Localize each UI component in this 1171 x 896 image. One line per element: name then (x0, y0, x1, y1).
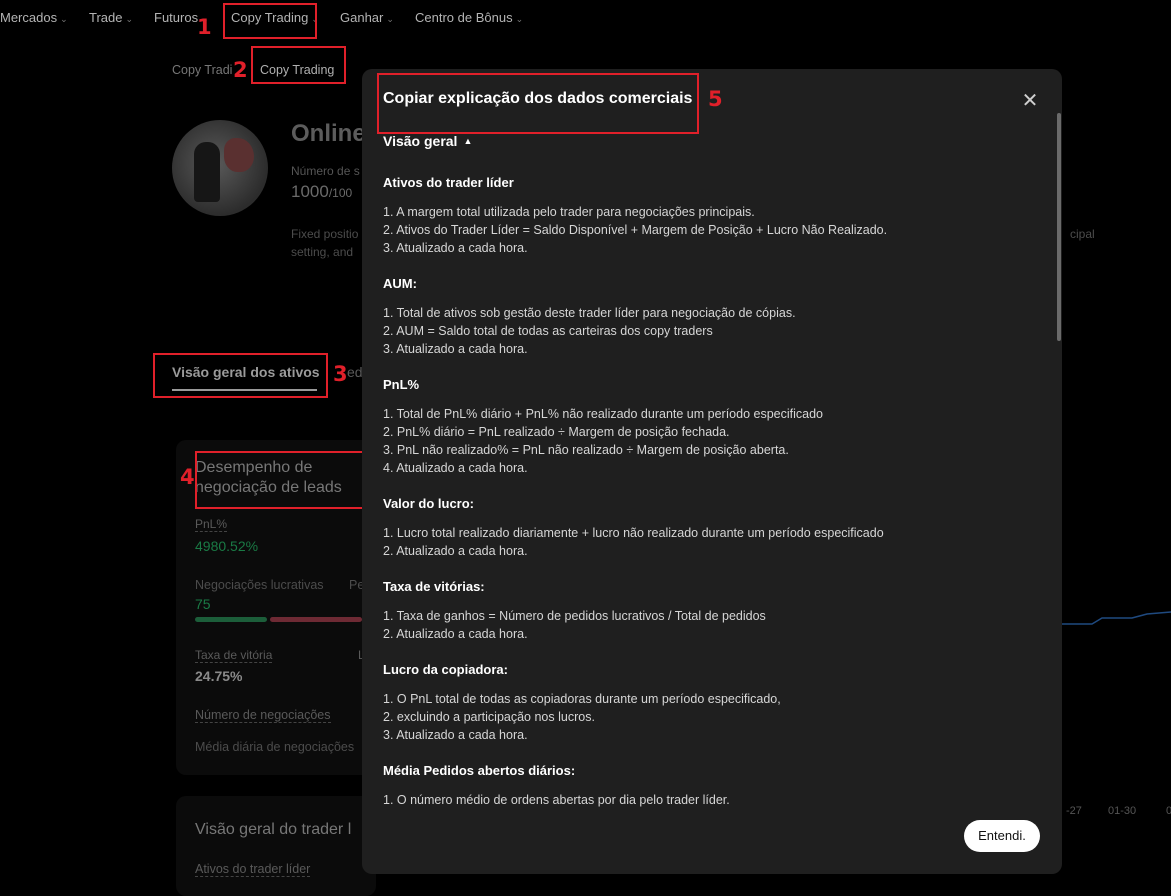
close-icon[interactable]: ✕ (1021, 91, 1039, 111)
winrate-label: Taxa de vitória (195, 648, 273, 663)
chart-line (1062, 611, 1171, 625)
chart-tick: -27 (1066, 805, 1082, 817)
explanation-block: Média Pedidos abertos diários: 1. O númer… (383, 763, 1043, 809)
winrate-value: 24.75% (195, 668, 243, 684)
nav-label: Futuros (154, 10, 199, 25)
chevron-down-icon: ⌄ (515, 14, 524, 24)
annotation-box-3 (153, 353, 328, 398)
annotation-number-1: 1 (197, 15, 212, 39)
explanation-line: 1. A margem total utilizada pelo trader … (383, 205, 755, 219)
explanation-line: 1. Lucro total realizado diariamente + l… (383, 526, 884, 540)
nav-label: Ganhar (340, 10, 384, 25)
explanation-block: Valor do lucro: 1. Lucro total realizado … (383, 496, 1043, 560)
trader-name: Online (291, 120, 366, 147)
annotation-number-3: 3 (333, 362, 348, 386)
trader-overview-card (176, 796, 376, 896)
annotation-box-5 (377, 73, 699, 134)
annotation-box-1 (223, 3, 317, 39)
annotation-box-4 (195, 451, 375, 509)
nav-label: Mercados (0, 10, 58, 25)
nav-label: Trade (89, 10, 123, 25)
overview-section-toggle[interactable]: Visão geral ▲ (383, 133, 1043, 151)
avg-daily-trades-label: Média diária de negociações (195, 740, 355, 754)
explanation-line: 3. Atualizado a cada hora. (383, 342, 528, 356)
pnl-value: 4980.52% (195, 538, 259, 554)
copiers-count: 1000/100 (291, 182, 352, 202)
explanation-line: 1. O PnL total de todas as copiadoras du… (383, 692, 781, 706)
explanation-block-title: PnL% (383, 377, 420, 392)
chevron-down-icon: ⌄ (60, 14, 68, 24)
chevron-down-icon: ⌄ (125, 14, 134, 24)
explanation-block-title: Média Pedidos abertos diários: (383, 763, 576, 778)
trader-overview-title: Visão geral do trader l (195, 821, 352, 838)
explanation-block-title: AUM: (383, 276, 417, 291)
explanation-block: Lucro da copiadora: 1. O PnL total de tod… (383, 662, 1043, 744)
explanation-block: AUM: 1. Total de ativos sob gestão deste … (383, 276, 1043, 358)
explanation-line: 3. Atualizado a cada hora. (383, 728, 528, 742)
profitable-trades-value: 75 (195, 596, 211, 612)
pnl-label: PnL% (195, 517, 228, 532)
explanation-block-title: Taxa de vitórias: (383, 579, 485, 594)
chart-tick: 0 (1166, 805, 1171, 817)
description-line-2: setting, and (291, 245, 354, 259)
explanation-line: 3. Atualizado a cada hora. (383, 241, 528, 255)
explanation-block: Ativos do trader líder 1. A margem total … (383, 175, 1043, 257)
copiers-label: Número de s (291, 164, 360, 178)
explanation-block-title: Lucro da copiadora: (383, 662, 508, 677)
explanation-block-title: Ativos do trader líder (383, 175, 514, 190)
explanation-block: PnL% 1. Total de PnL% diário + PnL% não r… (383, 377, 1043, 477)
breadcrumb-first[interactable]: Copy Tradi (172, 63, 232, 77)
explanation-line: 2. excluindo a participação nos lucros. (383, 710, 595, 724)
explanation-blocks: Ativos do trader líder 1. A margem total … (383, 175, 1043, 809)
section-toggle-label: Visão geral (383, 133, 458, 149)
explanation-block: Taxa de vitórias: 1. Taxa de ganhos = Núm… (383, 579, 1043, 643)
profitable-trades-label: Negociações lucrativas (195, 578, 324, 592)
nav-ganhar[interactable]: Ganhar ⌄ (340, 10, 394, 25)
nav-centro-de-bonus[interactable]: Centro de Bônus ⌄ (415, 10, 523, 25)
explanation-line: 2. Atualizado a cada hora. (383, 544, 528, 558)
scrollbar[interactable] (1057, 113, 1061, 341)
tab-next[interactable]: ed (347, 364, 363, 380)
explanation-line: 2. AUM = Saldo total de todas as carteir… (383, 324, 713, 338)
modal-body[interactable]: Visão geral ▲ Ativos do trader líder 1. A … (383, 133, 1043, 809)
explanation-block-title: Valor do lucro: (383, 496, 475, 511)
explanation-line: 1. O número médio de ordens abertas por … (383, 793, 730, 807)
description-line-1: Fixed positio (291, 227, 359, 241)
chevron-down-icon: ⌄ (386, 14, 394, 24)
annotation-number-2: 2 (233, 58, 248, 82)
explanation-line: 2. Ativos do Trader Líder = Saldo Dispon… (383, 223, 888, 237)
explanation-line: 2. Atualizado a cada hora. (383, 627, 528, 641)
avatar-figure-shape (194, 142, 220, 202)
nav-trade[interactable]: Trade ⌄ (89, 10, 133, 25)
leader-assets-label: Ativos do trader líder (195, 862, 311, 877)
explanation-line: 3. PnL não realizado% = PnL não realizad… (383, 443, 789, 457)
explanation-line: 2. PnL% diário = PnL realizado ÷ Margem … (383, 425, 730, 439)
description-line-right: cipal (1070, 227, 1095, 241)
annotation-number-4: 4 (180, 465, 195, 489)
got-it-button[interactable]: Entendi. (964, 820, 1040, 852)
trades-count-label: Número de negociações (195, 708, 331, 723)
chart-tick: 01-30 (1108, 805, 1137, 817)
nav-label: Centro de Bônus (415, 10, 513, 25)
data-explanation-modal: Copiar explicação dos dados comerciais ✕… (362, 69, 1062, 874)
explanation-line: 1. Total de PnL% diário + PnL% não reali… (383, 407, 823, 421)
caret-up-icon: ▲ (463, 136, 473, 146)
avatar (172, 120, 268, 216)
explanation-line: 1. Total de ativos sob gestão deste trad… (383, 306, 796, 320)
explanation-line: 1. Taxa de ganhos = Número de pedidos lu… (383, 609, 766, 623)
annotation-box-2 (251, 46, 346, 84)
nav-mercados[interactable]: Mercados ⌄ (0, 10, 68, 25)
copiers-count-value: 1000 (291, 182, 329, 201)
copiers-count-max: /100 (328, 186, 353, 200)
profit-ratio-bar (195, 617, 267, 622)
loss-ratio-bar (270, 617, 362, 622)
avatar-map-shape (224, 138, 254, 172)
explanation-line: 4. Atualizado a cada hora. (383, 461, 528, 475)
top-nav: Mercados ⌄ Trade ⌄ Futuros ⌄ Copy Trading ⌄ … (0, 0, 1171, 36)
annotation-number-5: 5 (708, 87, 723, 111)
